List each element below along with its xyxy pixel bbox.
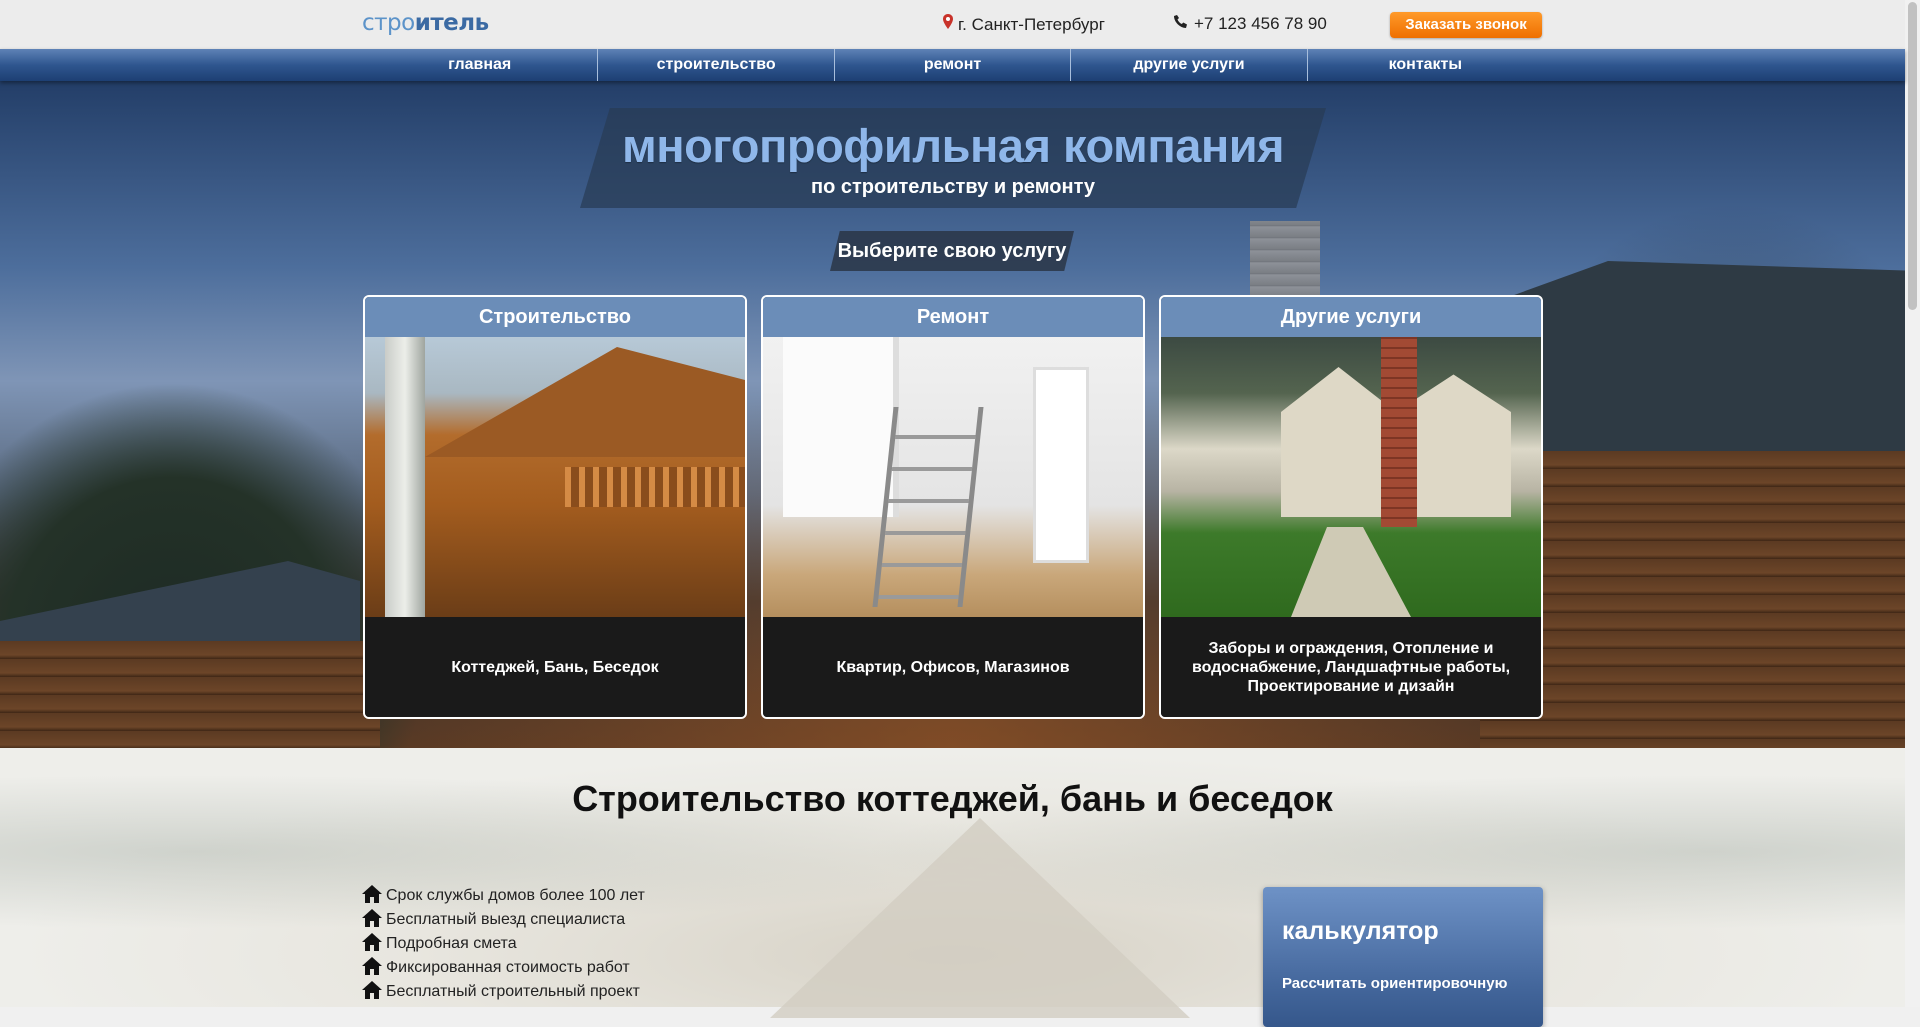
main-nav: главная строительство ремонт другие услу…: [0, 49, 1905, 81]
home-icon: [362, 956, 382, 980]
calculator-text: Рассчитать ориентировочную: [1282, 975, 1508, 992]
service-card-caption: Квартир, Офисов, Магазинов: [763, 617, 1143, 717]
service-card-construction[interactable]: Строительство Коттеджей, Бань, Беседок: [363, 295, 747, 719]
section-title: Строительство коттеджей, бань и беседок: [572, 778, 1333, 819]
nav-item-home[interactable]: главная: [362, 49, 599, 81]
home-icon: [362, 908, 382, 932]
wooden-house-image: [365, 337, 745, 617]
scrollbar-thumb[interactable]: [1908, 2, 1917, 310]
phone-info[interactable]: +7 123 456 78 90: [1174, 14, 1327, 34]
service-card-repair[interactable]: Ремонт Квартир, Офисов, Магазинов: [761, 295, 1145, 719]
service-card-other[interactable]: Другие услуги Заборы и ограждения, Отопл…: [1159, 295, 1543, 719]
nav-item-repair[interactable]: ремонт: [835, 49, 1072, 81]
list-item: Фиксированная стоимость работ: [362, 956, 645, 980]
phone-icon: [1174, 14, 1188, 34]
list-item: Подробная смета: [362, 932, 645, 956]
room-renovation-image: [763, 337, 1143, 617]
service-card-title: Другие услуги: [1161, 297, 1541, 337]
service-card-title: Ремонт: [763, 297, 1143, 337]
calculator-widget[interactable]: калькулятор Рассчитать ориентировочную: [1263, 887, 1543, 1027]
location-pin-icon: [942, 14, 954, 35]
calculator-title: калькулятор: [1282, 917, 1439, 945]
page-scrollbar[interactable]: [1905, 0, 1920, 1007]
list-item: Бесплатный строительный проект: [362, 980, 645, 1004]
city-label: г. Санкт-Петербург: [958, 14, 1105, 34]
home-icon: [362, 884, 382, 908]
choose-service-label: Выберите свою услугу: [830, 231, 1074, 271]
hero-subtitle: по строительству и ремонту: [811, 176, 1095, 198]
list-item: Срок службы домов более 100 лет: [362, 884, 645, 908]
top-bar: строитель г. Санкт-Петербург +7 123 456 …: [0, 0, 1905, 49]
city-info: г. Санкт-Петербург: [942, 14, 1105, 35]
service-card-caption: Заборы и ограждения, Отопление и водосна…: [1161, 617, 1541, 717]
service-card-title: Строительство: [365, 297, 745, 337]
hero-background-log-wall-left: [0, 641, 380, 748]
home-icon: [362, 932, 382, 956]
site-logo[interactable]: строитель: [362, 10, 489, 36]
garden-house-image: [1161, 337, 1541, 617]
nav-item-other-services[interactable]: другие услуги: [1071, 49, 1308, 81]
nav-item-construction[interactable]: строительство: [598, 49, 835, 81]
callback-button[interactable]: Заказать звонок: [1390, 12, 1542, 38]
hero-title: многопрофильная компания: [621, 119, 1285, 172]
hero-background-log-wall: [1480, 451, 1905, 748]
list-item: Бесплатный выезд специалиста: [362, 908, 645, 932]
home-icon: [362, 980, 382, 1004]
phone-number: +7 123 456 78 90: [1194, 14, 1327, 33]
nav-item-contacts[interactable]: контакты: [1308, 49, 1543, 81]
service-card-caption: Коттеджей, Бань, Беседок: [365, 617, 745, 717]
features-list: Срок службы домов более 100 лет Бесплатн…: [362, 884, 645, 1004]
